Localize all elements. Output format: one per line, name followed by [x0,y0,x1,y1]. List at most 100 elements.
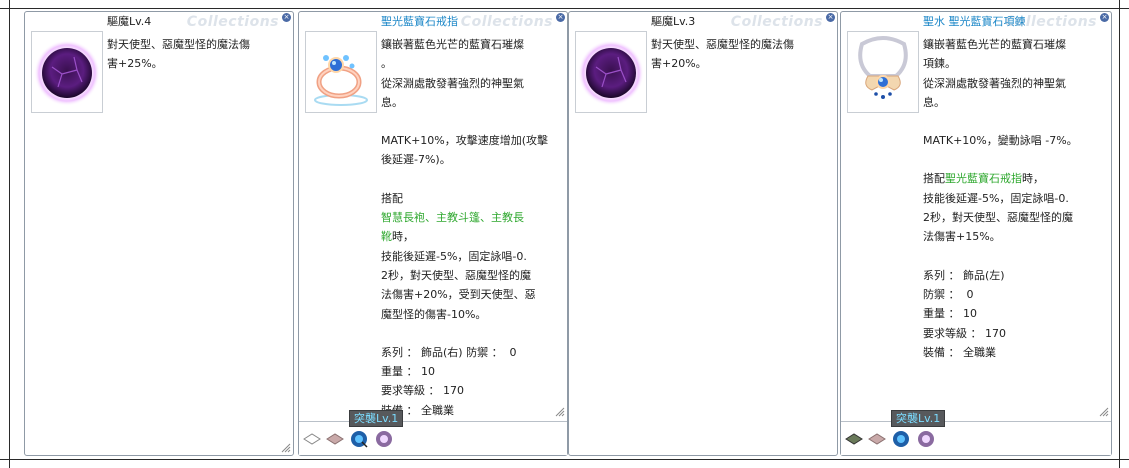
description-line: 要求等級 ： 170 [923,324,1103,343]
description-line: 害+20%。 [651,54,829,73]
description-line: 智慧長袍、主教斗篷、主教長 [381,208,559,227]
item-icon-frame [575,31,647,113]
card-slot-icon[interactable] [326,430,344,448]
linked-item-text: 聖光藍寶石戒指 [945,172,1022,186]
description-line: 從深淵處散發著強烈的神聖氣 [923,74,1103,93]
equipped-card-slot-icon[interactable] [845,430,863,448]
description-text: 法傷害+15%。 [923,230,1001,244]
sapphire-ring-icon [314,55,368,106]
purple-enchant-orb-icon[interactable] [917,430,935,448]
description-line: MATK+10%，變動詠唱 -7%。 [923,131,1103,150]
description-line [923,112,1103,131]
description-text: 對天使型、惡魔型怪的魔法傷 [107,38,250,51]
empty-card-slot-icon[interactable] [303,430,321,448]
description-line [381,170,559,189]
description-text: 2秒，對天使型、惡魔型怪的魔 [923,211,1073,225]
enchant-tab-label[interactable]: 突襲Lv.1 [891,410,946,427]
item-icon-frame [31,31,103,113]
item-tooltip-window: Collections 驅魔Lv.3 × 對天使型、惡魔型怪的魔法傷 害+20%。 [568,11,838,456]
description-text: 害+25%。 [107,57,163,71]
description-line: 靴時， [381,227,559,246]
description-line: 項鍊。 [923,54,1103,73]
description-line [923,247,1103,266]
description-line: 裝備 ： 全職業 [923,343,1103,362]
close-icon[interactable]: × [556,13,565,22]
description-text: 搭配 [923,172,945,186]
description-text: 技能後延遲-5%，固定詠唱-0. [923,191,1069,205]
description-line: 搭配 [381,189,559,208]
close-icon[interactable]: × [826,13,835,22]
description-text: 後延遲-7%)。 [381,153,451,167]
description-line: 從深淵處散發著強烈的神聖氣 [381,74,559,93]
description-line: MATK+10%，攻擊速度增加(攻擊 [381,131,559,150]
item-title: 聖光藍寶石戒指 [381,15,458,28]
item-tooltip-window: Collections 聖水 聖光藍寶石項鍊 × 鑲嵌著藍色光芒的藍寶石璀燦 項鍊… [840,11,1112,456]
description-text: 搭配 [381,191,403,205]
frame-line-left [9,0,10,468]
item-tooltip-window: Collections 聖光藍寶石戒指 × 鑲嵌著藍色光芒的藍寶石璀燦。從深淵處… [298,11,568,456]
description-text: 要求等級 ： 170 [923,326,1006,340]
card-slot-bar [299,421,567,455]
card-slot-icon[interactable] [868,430,886,448]
close-icon[interactable]: × [282,13,291,22]
enchant-tab-label[interactable]: 突襲Lv.1 [349,410,404,427]
description-line: 技能後延遲-5%，固定詠唱-0. [923,189,1103,208]
item-icon-frame [847,31,919,113]
sapphire-necklace-icon [858,36,908,99]
description-text: 害+20%。 [651,57,707,71]
description-line: 。 [381,54,559,73]
description-text: MATK+10%，攻擊速度增加(攻擊 [381,134,549,148]
description-line: 後延遲-7%)。 [381,150,559,169]
description-text: MATK+10%，變動詠唱 -7%。 [923,134,1078,148]
description-text: 。 [381,57,392,71]
resize-handle-icon[interactable] [1099,407,1109,417]
item-title: 驅魔Lv.3 [651,15,696,28]
card-slot-bar [841,421,1111,455]
blue-enchant-orb-icon[interactable] [350,430,368,448]
resize-handle-icon[interactable] [281,443,291,453]
item-description: 鑲嵌著藍色光芒的藍寶石璀燦。從深淵處散發著強烈的神聖氣 息。 MATK+10%，攻擊… [381,35,559,420]
description-text: 時， [1022,172,1044,186]
description-text: 防禦 ： 0 [923,287,974,301]
blue-enchant-orb-icon[interactable] [892,430,910,448]
frame-line-right [1119,0,1120,468]
description-line: 2秒，對天使型、惡魔型怪的魔 [923,208,1103,227]
description-text: 從深淵處散發著強烈的神聖氣 [381,76,524,90]
item-title: 聖水 聖光藍寶石項鍊 [923,15,1026,28]
description-text: 息。 [381,95,403,109]
close-icon[interactable]: × [1100,13,1109,22]
description-line: 法傷害+20%，受到天使型、惡 [381,285,559,304]
description-text: 重量 ： 10 [923,307,977,321]
description-line [923,150,1103,169]
description-line [381,324,559,343]
description-line: 裝備 ： 全職業 [381,401,559,420]
description-text: 從深淵處散發著強烈的神聖氣 [923,76,1066,90]
purple-enchant-orb-icon[interactable] [375,430,393,448]
description-text: 鑲嵌著藍色光芒的藍寶石璀燦 [381,38,524,51]
item-description: 對天使型、惡魔型怪的魔法傷 害+25%。 [107,35,285,74]
frame-line-bottom [0,459,1129,460]
linked-item-text: 智慧長袍、主教斗篷、主教長 [381,211,524,225]
description-text: 魔型怪的傷害-10%。 [381,307,487,321]
description-line: 息。 [923,93,1103,112]
item-title: 驅魔Lv.4 [107,15,152,28]
description-text: 法傷害+20%，受到天使型、惡 [381,288,536,302]
collections-watermark: Collections [730,14,823,30]
description-line: 害+25%。 [107,54,285,73]
resize-handle-icon[interactable] [555,407,565,417]
collections-watermark: Collections [460,14,553,30]
linked-item-text: 靴 [381,230,392,244]
description-line: 對天使型、惡魔型怪的魔法傷 [107,35,285,54]
description-line [381,112,559,131]
description-text: 裝備 ： 全職業 [923,345,996,359]
item-icon-frame [305,31,377,113]
description-line: 法傷害+15%。 [923,227,1103,246]
description-text: 系列 ： 飾品(左) [923,268,1005,282]
description-line: 技能後延遲-5%，固定詠唱-0. [381,247,559,266]
description-line: 重量 ： 10 [923,304,1103,323]
description-text: 項鍊。 [923,57,956,71]
item-description: 對天使型、惡魔型怪的魔法傷 害+20%。 [651,35,829,74]
description-line: 鑲嵌著藍色光芒的藍寶石璀燦 [923,35,1103,54]
description-line: 鑲嵌著藍色光芒的藍寶石璀燦 [381,35,559,54]
description-text: 系列 ： 飾品(右) 防禦 ： 0 [381,345,517,359]
